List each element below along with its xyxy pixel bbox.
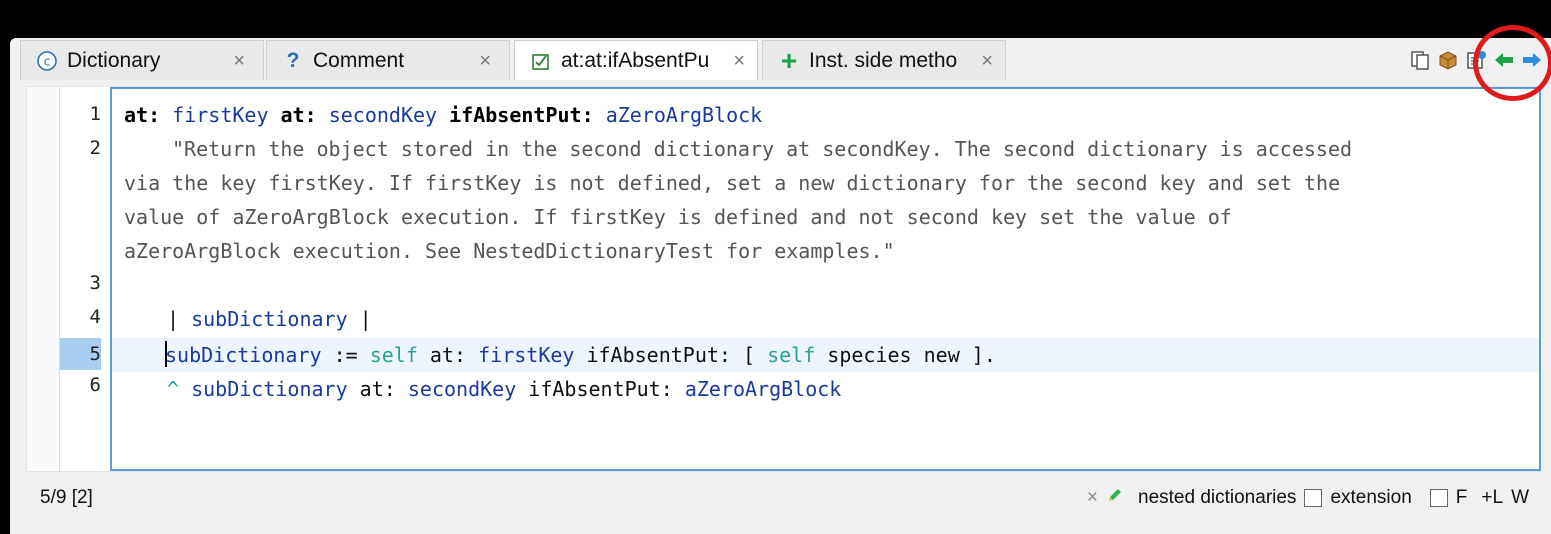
method-comment: aZeroArgBlock execution. See NestedDicti…	[124, 239, 895, 263]
remove-protocol-icon[interactable]: ×	[1087, 487, 1098, 509]
close-icon[interactable]: ×	[479, 50, 491, 73]
temporaries-declaration: | subDictionary |	[167, 307, 372, 331]
return-statement: ^ subDictionary at: secondKey ifAbsentPu…	[167, 377, 842, 401]
tab-label: Dictionary	[67, 48, 161, 72]
tab-inst-side-method[interactable]: + Inst. side metho ×	[762, 40, 1006, 80]
method-comment: "Return the object stored in the second …	[172, 137, 1353, 161]
status-bar: 5/9 [2] × nested dictionaries extension …	[10, 478, 1551, 518]
method-icon	[529, 49, 553, 73]
w-toggle[interactable]: W	[1511, 487, 1529, 509]
flag-checkbox[interactable]	[1429, 489, 1448, 507]
close-icon[interactable]: ×	[733, 50, 745, 73]
f-label: F	[1455, 487, 1468, 508]
line-number: 4	[89, 306, 101, 328]
plus-icon: +	[780, 44, 798, 76]
code-editor[interactable]: 1 2 3 4 5 6 at: firstKey at: secondKey i…	[26, 86, 1541, 472]
tab-label: Comment	[313, 48, 405, 72]
code-line-current: subDictionary := self at: firstKey ifAbs…	[165, 341, 996, 367]
line-number: 2	[89, 137, 101, 159]
svg-text:c: c	[44, 54, 51, 68]
tab-dictionary[interactable]: c Dictionary ×	[20, 40, 264, 80]
question-icon: ?	[286, 48, 300, 72]
close-icon[interactable]: ×	[233, 50, 245, 73]
tab-comment[interactable]: ? Comment ×	[266, 40, 510, 80]
line-number: 3	[89, 272, 101, 294]
class-icon: c	[35, 49, 59, 73]
toolbar	[1409, 42, 1543, 78]
tab-bar: c Dictionary × ? Comment × at:at:ifAbsen…	[10, 38, 1551, 80]
method-signature: at: firstKey at: secondKey ifAbsentPut: …	[124, 103, 763, 127]
tab-label: Inst. side metho	[809, 48, 958, 72]
copy-icon[interactable]	[1409, 49, 1431, 71]
line-number: 6	[89, 374, 101, 396]
pencil-icon[interactable]	[1106, 486, 1124, 510]
line-number: 1	[89, 103, 101, 125]
current-line-number: 5	[60, 338, 101, 370]
cursor-position: 5/9 [2]	[40, 487, 93, 508]
method-comment: via the key firstKey. If firstKey is not…	[124, 171, 1341, 195]
editor-gutter	[27, 87, 60, 471]
tab-label: at:at:ifAbsentPu	[561, 48, 710, 72]
package-icon[interactable]	[1437, 49, 1459, 71]
extension-label: extension	[1330, 487, 1412, 508]
back-arrow-icon[interactable]	[1493, 49, 1515, 71]
close-icon[interactable]: ×	[981, 50, 993, 73]
protocol-label[interactable]: nested dictionaries	[1138, 487, 1296, 509]
code-text-area[interactable]: at: firstKey at: secondKey ifAbsentPut: …	[110, 87, 1541, 471]
extension-checkbox[interactable]	[1304, 489, 1323, 507]
l-toggle[interactable]: +L	[1481, 487, 1503, 509]
code-browser-window: c Dictionary × ? Comment × at:at:ifAbsen…	[10, 38, 1551, 534]
browse-icon[interactable]	[1465, 49, 1487, 71]
tab-method[interactable]: at:at:ifAbsentPu ×	[514, 40, 758, 80]
forward-arrow-icon[interactable]	[1521, 49, 1543, 71]
status-controls: × nested dictionaries extension F +L W	[1087, 486, 1529, 510]
method-comment: value of aZeroArgBlock execution. If fir…	[124, 205, 1232, 229]
